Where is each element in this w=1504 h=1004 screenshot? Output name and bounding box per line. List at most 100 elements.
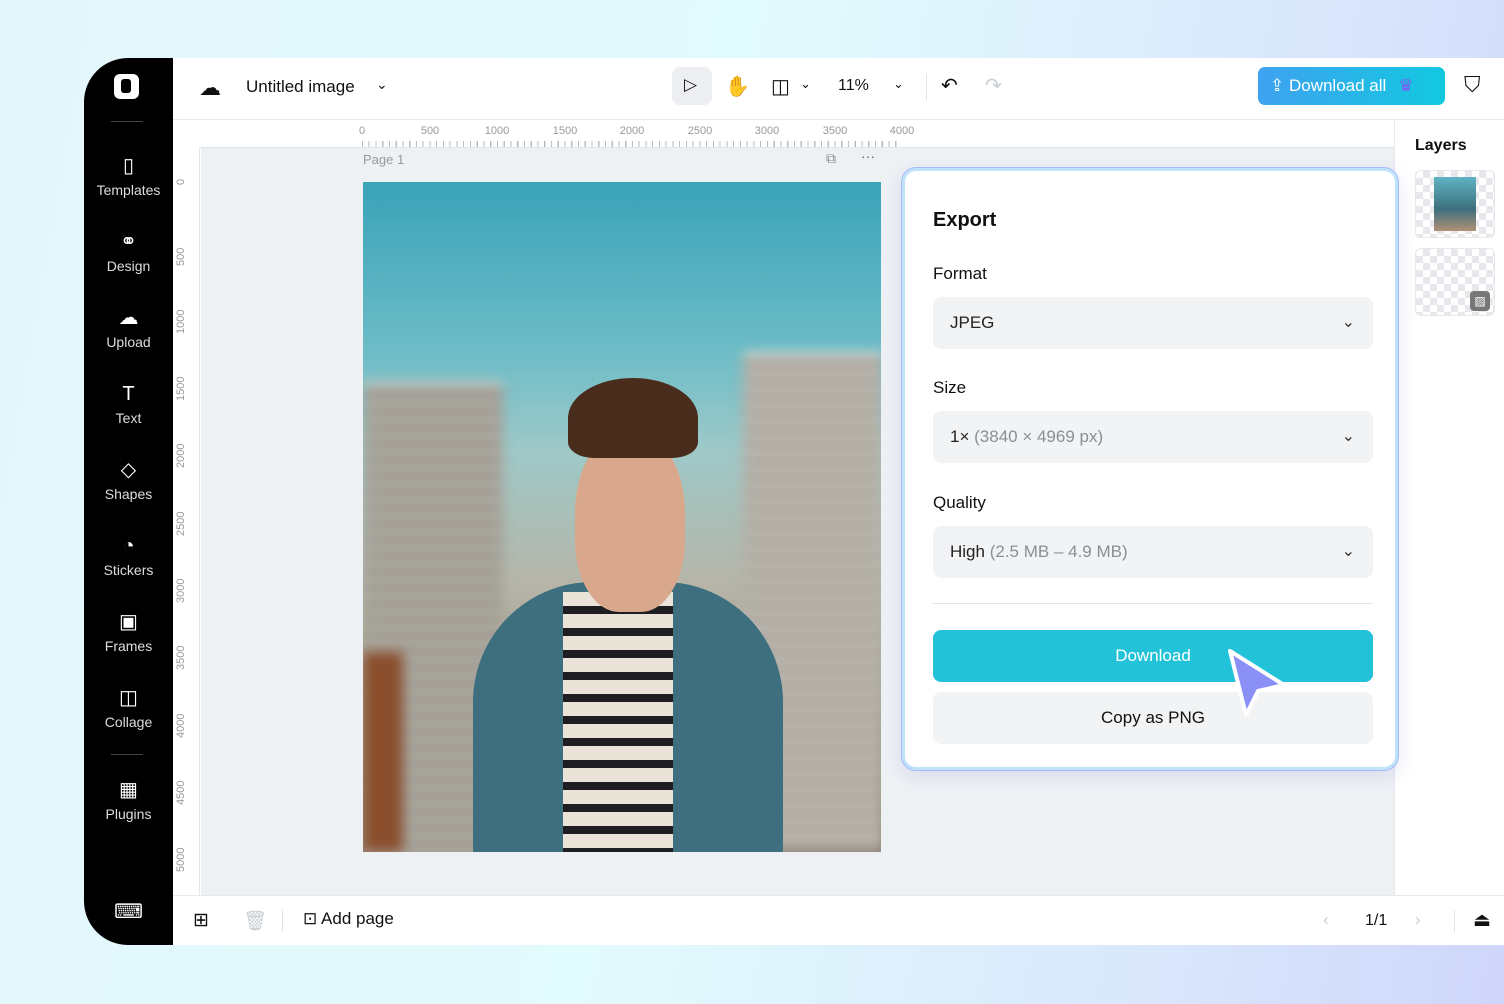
select-tool-button[interactable]: ▷: [672, 67, 712, 105]
more-options-icon[interactable]: ···: [861, 148, 875, 164]
ruler-label: 4500: [175, 780, 187, 805]
ruler-label: 500: [420, 125, 440, 137]
format-select[interactable]: JPEG ⌄: [933, 297, 1373, 349]
layout-chevron-down-icon[interactable]: ⌄: [800, 76, 811, 92]
vertical-ruler: 0 500 1000 1500 2000 2500 3000 3500 4000…: [173, 148, 200, 895]
ruler-label: 4000: [889, 125, 915, 137]
top-toolbar: ☁ Untitled image ⌄ ▷ ✋ ◫ ⌄ 11% ⌄ ↶ ↷ ⇪ D…: [173, 58, 1504, 120]
zoom-chevron-down-icon[interactable]: ⌄: [893, 76, 904, 92]
ruler-label: 2500: [175, 511, 187, 536]
sidebar-item-templates[interactable]: ▯ Templates: [84, 154, 173, 198]
redo-icon[interactable]: ↷: [985, 73, 1002, 98]
ruler-label: 1500: [552, 125, 578, 137]
ruler-label: 3500: [822, 125, 848, 137]
ruler-label: 0: [358, 125, 366, 137]
ruler-label: 1000: [484, 125, 510, 137]
format-label: Format: [933, 264, 987, 283]
person-shirt: [563, 592, 673, 852]
crown-icon: ♛: [1398, 76, 1414, 95]
sidebar-item-stickers[interactable]: ◔ Stickers: [84, 534, 173, 578]
sidebar-item-text[interactable]: T Text: [84, 382, 173, 426]
ruler-label: 500: [175, 247, 187, 266]
toolbox-icon[interactable]: ⏏: [1473, 909, 1491, 932]
document-title[interactable]: Untitled image: [246, 77, 355, 97]
zoom-level[interactable]: 11%: [838, 77, 869, 95]
ruler-label: 5000: [175, 847, 187, 872]
add-page-icon: ⊡: [303, 909, 322, 928]
sidebar-item-plugins[interactable]: ▦ Plugins: [84, 778, 173, 822]
app-logo[interactable]: [114, 74, 139, 99]
size-label: Size: [933, 378, 967, 397]
stickers-icon: ◔: [122, 535, 135, 557]
page-label: Page 1: [363, 152, 405, 167]
add-page-button[interactable]: ⊡ Add page: [303, 909, 394, 929]
download-button[interactable]: Download: [933, 630, 1373, 682]
ruler-label: 1000: [175, 309, 187, 334]
undo-icon[interactable]: ↶: [941, 73, 958, 98]
size-select[interactable]: 1× (3840 × 4969 px) ⌄: [933, 411, 1373, 463]
templates-icon: ▯: [122, 155, 134, 177]
chevron-down-icon: ⌄: [1341, 543, 1355, 560]
horizontal-ruler: 0 500 1000 1500 2000 2500 3000 3500 4000: [200, 120, 1394, 148]
quality-label: Quality: [933, 493, 986, 512]
layer-thumbnail-photo[interactable]: [1415, 170, 1495, 238]
bottom-bar: ⊞ 🗑 ⊡ Add page ‹ 1/1 › ⏏: [173, 895, 1504, 945]
chevron-down-icon: ⌄: [1341, 314, 1355, 331]
title-chevron-down-icon[interactable]: ⌄: [376, 76, 388, 93]
ruler-label: 2000: [175, 443, 187, 468]
upload-cloud-icon: ☁: [118, 307, 139, 329]
divider: [926, 74, 927, 100]
divider: [111, 121, 143, 122]
keyboard-icon: ⌨: [114, 901, 143, 923]
canvas-photo[interactable]: [363, 182, 881, 852]
chevron-down-icon: ⌄: [1341, 428, 1355, 445]
shapes-icon: ◇: [120, 459, 137, 481]
sidebar-item-upload[interactable]: ☁ Upload: [84, 306, 173, 350]
ruler-label: 2000: [619, 125, 645, 137]
export-title: Export: [933, 209, 997, 231]
page-counter: 1/1: [1365, 912, 1388, 929]
layout-icon[interactable]: ◫: [771, 74, 790, 99]
cloud-saved-icon: ☁: [199, 75, 221, 100]
previous-page-icon[interactable]: ‹: [1323, 910, 1329, 930]
person-hair: [568, 378, 698, 458]
building-blur: [363, 652, 403, 852]
duplicate-page-icon[interactable]: ⧉: [826, 150, 836, 167]
shield-check-icon[interactable]: ⛉: [1464, 72, 1481, 98]
ruler-ticks: [362, 141, 902, 147]
sidebar-item-collage[interactable]: ◫ Collage: [84, 686, 173, 730]
ruler-label: 3000: [175, 578, 187, 603]
layers-panel: Layers ▨: [1394, 120, 1504, 895]
photo-thumbnail: [1434, 177, 1476, 231]
ruler-label: 3000: [754, 125, 780, 137]
quality-select[interactable]: High (2.5 MB – 4.9 MB) ⌄: [933, 526, 1373, 578]
download-all-button[interactable]: ⇪ Download all ♛: [1258, 67, 1445, 105]
add-page-copy-icon[interactable]: ⊞: [193, 909, 209, 932]
divider: [1454, 910, 1455, 932]
sidebar-item-design[interactable]: ⚭ Design: [84, 230, 173, 274]
keyboard-shortcuts-button[interactable]: ⌨: [84, 900, 173, 928]
ruler-label: 3500: [175, 645, 187, 670]
frames-icon: ▣: [119, 611, 138, 633]
collage-icon: ◫: [119, 687, 138, 709]
design-icon: ⚭: [120, 231, 137, 253]
ruler-label: 2500: [687, 125, 713, 137]
sidebar-item-shapes[interactable]: ◇ Shapes: [84, 458, 173, 502]
layer-thumbnail-background[interactable]: ▨: [1415, 248, 1495, 316]
person-face: [575, 432, 685, 612]
divider: [111, 754, 143, 755]
ruler-label: 0: [175, 178, 187, 185]
text-icon: T: [122, 383, 135, 405]
hand-tool-icon[interactable]: ✋: [725, 74, 750, 99]
layers-title: Layers: [1415, 137, 1467, 154]
share-upload-icon: ⇪: [1270, 76, 1289, 95]
delete-page-icon[interactable]: 🗑: [243, 909, 267, 933]
ruler-label: 4000: [175, 713, 187, 738]
ruler-label: 1500: [175, 376, 187, 401]
divider: [933, 603, 1373, 604]
cursor-pointer-icon: [1228, 649, 1286, 717]
next-page-icon[interactable]: ›: [1415, 910, 1421, 930]
divider: [282, 910, 283, 932]
copy-as-png-button[interactable]: Copy as PNG: [933, 692, 1373, 744]
sidebar-item-frames[interactable]: ▣ Frames: [84, 610, 173, 654]
